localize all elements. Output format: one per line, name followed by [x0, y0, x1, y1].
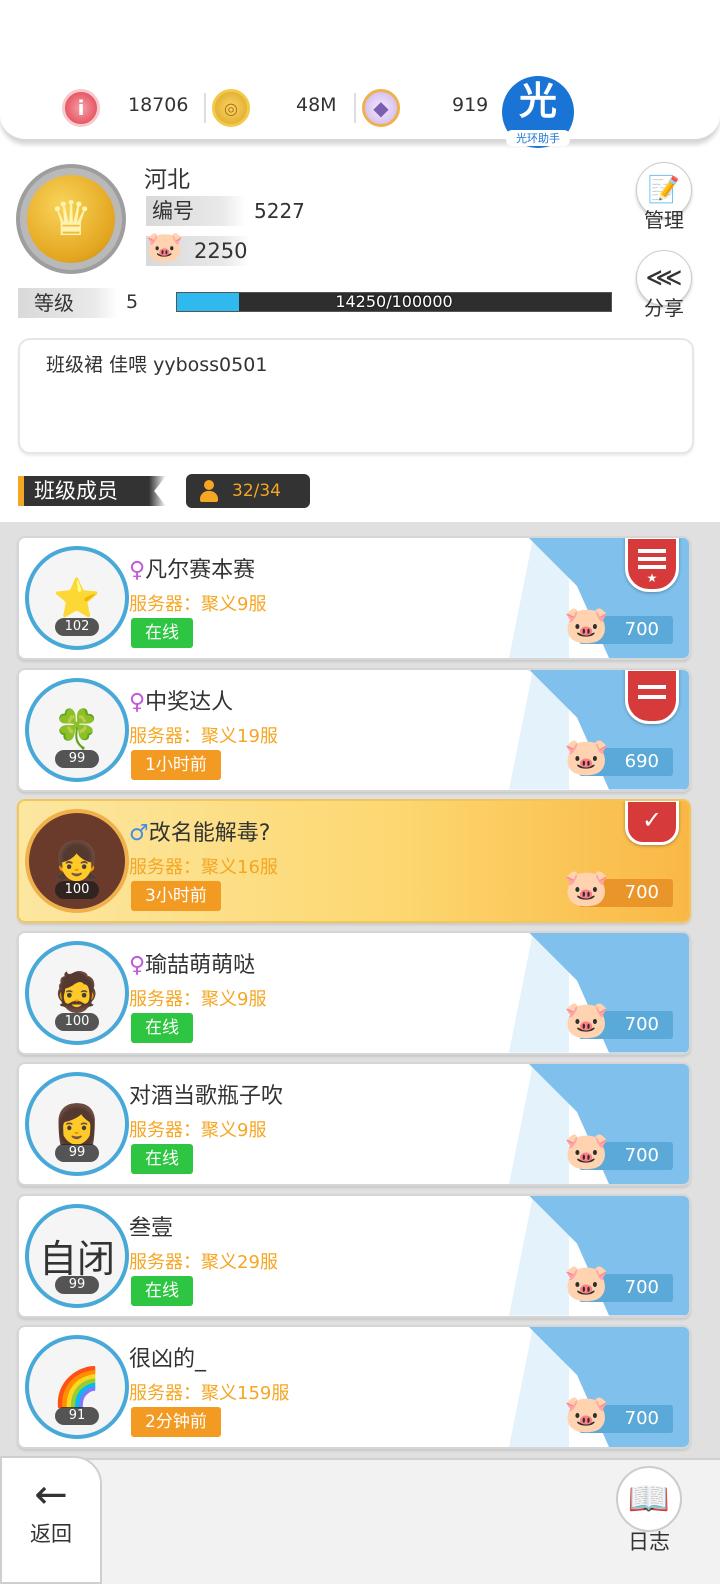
member-count-badge: 32/34 — [186, 474, 310, 508]
avatar-level: 99 — [55, 749, 99, 768]
piggy-bank-icon: 🐷 — [564, 736, 609, 778]
status-badge: 在线 — [131, 1275, 193, 1306]
rank-badge-icon — [625, 669, 679, 724]
piggy-bank-icon: 🐷 — [564, 868, 609, 909]
back-arrow-icon: ← — [34, 1472, 68, 1518]
member-card[interactable]: 👧 100 ♂改名能解毒? 服务器：聚义16服 3小时前 700 🐷 ✓ — [17, 799, 691, 923]
share-button[interactable]: ⋘ 分享 — [634, 250, 694, 321]
exp-progress-bar: 14250/100000 — [176, 292, 612, 312]
piggy-bank-icon: 🐷 — [564, 605, 609, 646]
manage-button[interactable]: 📝 管理 — [634, 162, 694, 233]
avatar-level: 100 — [55, 881, 99, 899]
status-badge: 在线 — [131, 1144, 193, 1174]
status-badge: 在线 — [131, 618, 193, 648]
member-name: 很凶的_ — [129, 1347, 207, 1372]
rank-badge-icon: ★ — [625, 538, 679, 592]
level-label: 等级 — [18, 288, 118, 318]
ruby-coin-icon: i — [62, 88, 100, 128]
member-list[interactable]: ⭐ 102 ♀凡尔赛本赛 服务器：聚义9服 在线 700 🐷 ★ 🍀 99 ♀中奖达人 服务器：聚义1… — [0, 522, 720, 1462]
guild-name: 河北 — [144, 167, 190, 193]
avatar-level: 102 — [55, 618, 99, 636]
members-section-title: 班级成员 — [18, 476, 166, 506]
member-name: ♀中奖达人 — [129, 689, 234, 715]
member-name: 叁壹 — [129, 1215, 174, 1241]
member-card[interactable]: 👩 99 对酒当歌瓶子吹 服务器：聚义9服 在线 700 🐷 — [17, 1062, 691, 1186]
avatar-level: 100 — [55, 1012, 99, 1031]
gold-coin-icon: ◎ — [212, 88, 250, 128]
piggy-bank-icon: 🐷 — [564, 1131, 609, 1172]
id-value: 5227 — [254, 199, 305, 223]
member-name: ♀瑜喆萌萌哒 — [129, 952, 256, 978]
member-server: 服务器：聚义16服 — [129, 857, 278, 878]
member-name: ♀凡尔赛本赛 — [129, 558, 256, 583]
member-server: 服务器：聚义9服 — [129, 988, 267, 1010]
level-value: 5 — [126, 291, 139, 313]
member-card[interactable]: 🧔 100 ♀瑜喆萌萌哒 服务器：聚义9服 在线 700 🐷 — [17, 930, 691, 1055]
status-badge: 2分钟前 — [131, 1407, 221, 1437]
gender-icon: ♀ — [129, 558, 146, 583]
guild-notice: 班级裙 佳喂 yyboss0501 — [18, 338, 694, 454]
exp-text: 14250/100000 — [335, 292, 453, 311]
status-badge: 3小时前 — [131, 881, 221, 911]
divider — [204, 93, 206, 123]
status-badge: 1小时前 — [131, 749, 221, 780]
member-server: 服务器：聚义9服 — [129, 594, 267, 615]
divider — [354, 93, 356, 123]
crown-icon: ♛ — [27, 175, 115, 263]
avatar-level: 99 — [55, 1144, 99, 1162]
rank-badge-icon: ✓ — [625, 801, 679, 845]
gold-coin-value: 48M — [296, 94, 337, 116]
helper-logo[interactable]: 光 光环助手 — [502, 76, 574, 148]
member-name: ♂改名能解毒? — [129, 821, 271, 846]
piggy-bank-icon: 🐷 — [564, 1394, 609, 1435]
member-server: 服务器：聚义9服 — [129, 1120, 267, 1141]
member-server: 服务器：聚义19服 — [129, 725, 278, 747]
log-button[interactable]: 📖 日志 — [610, 1466, 688, 1562]
crystal-value: 919 — [452, 94, 489, 116]
member-card[interactable]: ⭐ 102 ♀凡尔赛本赛 服务器：聚义9服 在线 700 🐷 ★ — [17, 536, 691, 660]
status-badge: 在线 — [131, 1012, 193, 1043]
piggy-bank-icon: 🐷 — [564, 999, 609, 1041]
gender-icon: ♂ — [129, 821, 149, 846]
book-icon: 📖 — [616, 1466, 682, 1532]
ruby-coin-value: 18706 — [128, 94, 189, 116]
person-icon — [200, 480, 218, 502]
piggy-bank-icon: 🐷 — [146, 230, 184, 265]
member-card[interactable]: 🌈 91 很凶的_ 服务器：聚义159服 2分钟前 700 🐷 — [17, 1325, 691, 1449]
member-card[interactable]: 🍀 99 ♀中奖达人 服务器：聚义19服 1小时前 690 🐷 — [17, 667, 691, 792]
gender-icon: ♀ — [129, 952, 146, 978]
currency-bar — [0, 0, 720, 142]
id-label: 编号 — [146, 196, 246, 226]
member-name: 对酒当歌瓶子吹 — [129, 1084, 284, 1109]
avatar-level: 99 — [55, 1275, 99, 1294]
crystal-pacifier-icon: ◆ — [362, 88, 400, 128]
piggy-bank-icon: 🐷 — [564, 1262, 609, 1304]
guild-crest: ♛ — [16, 164, 126, 274]
member-server: 服务器：聚义159服 — [129, 1383, 290, 1404]
member-server: 服务器：聚义29服 — [129, 1251, 278, 1273]
avatar-level: 91 — [55, 1407, 99, 1425]
back-button[interactable]: ← 返回 — [0, 1456, 102, 1584]
member-card[interactable]: 自闭 99 叁壹 服务器：聚义29服 在线 700 🐷 — [17, 1193, 691, 1318]
gender-icon: ♀ — [129, 689, 146, 715]
